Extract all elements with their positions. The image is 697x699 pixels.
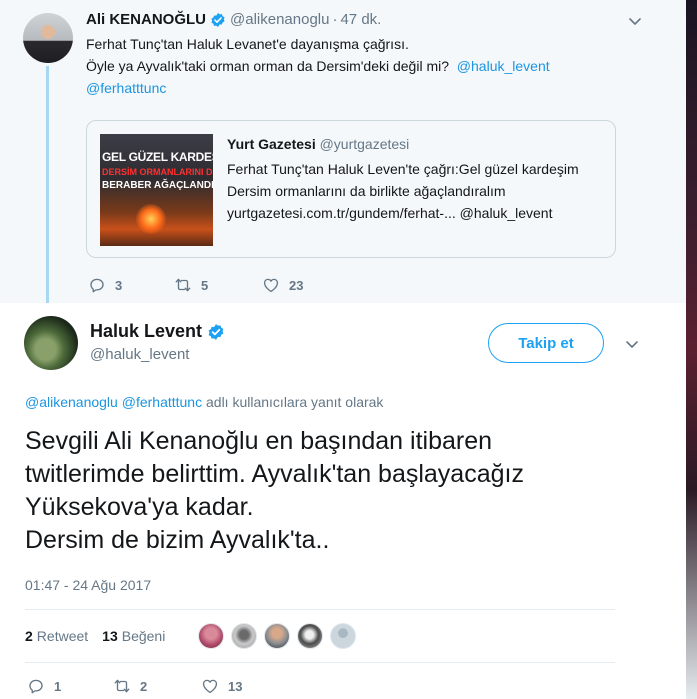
retweet-icon bbox=[175, 278, 191, 292]
reply-context: @alikenanoglu @ferhatttunc adlı kullanıc… bbox=[25, 394, 383, 410]
verified-badge-icon bbox=[208, 323, 224, 340]
tweet-timestamp[interactable]: 01:47 - 24 Ağu 2017 bbox=[25, 577, 151, 593]
main-tweet-text: Sevgili Ali Kenanoğlu en başından itibar… bbox=[25, 427, 524, 554]
card-source[interactable]: Yurt Gazetesi @yurtgazetesi bbox=[227, 136, 409, 152]
retweet-stat-count: 2 bbox=[25, 628, 33, 644]
retweet-icon bbox=[114, 679, 130, 693]
heart-icon bbox=[263, 278, 279, 293]
liker-avatar[interactable] bbox=[297, 623, 323, 649]
tweet-text-line: @ferhatttunc bbox=[86, 77, 626, 99]
card-image-subline: DERSİM ORMANLARINI DA bbox=[102, 167, 213, 177]
retweet-stat[interactable]: 2 Retweet bbox=[25, 628, 88, 644]
like-stat-count: 13 bbox=[102, 628, 118, 644]
card-image-subline: BERABER AĞAÇLANDIRALIM bbox=[102, 180, 213, 191]
avatar[interactable] bbox=[24, 316, 78, 370]
thread-connector-line bbox=[46, 66, 49, 310]
card-text-line: Ferhat Tunç'tan Haluk Leven'te çağrı:Gel… bbox=[227, 161, 579, 177]
liker-avatar[interactable] bbox=[264, 623, 290, 649]
author-name-row[interactable]: Haluk Levent bbox=[90, 321, 229, 342]
tweet-text-line: Öyle ya Ayvalık'taki orman orman da Ders… bbox=[86, 55, 626, 77]
verified-badge-icon bbox=[211, 12, 225, 27]
parent-tweet-actions: 3 5 23 bbox=[88, 276, 303, 294]
card-text: Ferhat Tunç'tan Haluk Leven'te çağrı:Gel… bbox=[227, 158, 612, 224]
retweet-button[interactable]: 2 bbox=[113, 677, 201, 695]
reply-context-label: adlı kullanıcılara yanıt olarak bbox=[206, 394, 384, 410]
reply-button[interactable]: 3 bbox=[88, 276, 174, 294]
avatar[interactable] bbox=[23, 13, 73, 63]
tweet-text-segment: Öyle ya Ayvalık'taki orman orman da Ders… bbox=[86, 58, 450, 74]
liker-avatar[interactable] bbox=[330, 623, 356, 649]
tweet-time[interactable]: 47 dk. bbox=[340, 11, 381, 28]
main-tweet-actions: 1 2 13 bbox=[27, 677, 242, 695]
engagement-stats: 2 Retweet 13 Beğeni bbox=[25, 628, 179, 644]
chevron-down-icon[interactable] bbox=[627, 13, 643, 29]
reply-count: 3 bbox=[115, 277, 123, 293]
follow-button[interactable]: Takip et bbox=[488, 323, 604, 363]
parent-tweet[interactable]: Ali KENANOĞLU @alikenanoglu · 47 dk. Fer… bbox=[0, 0, 686, 310]
retweet-stat-label: Retweet bbox=[36, 628, 89, 644]
separator: · bbox=[332, 11, 338, 28]
tweet-text-line: Ferhat Tunç'tan Haluk Levanet'e dayanışm… bbox=[86, 36, 409, 52]
retweet-button[interactable]: 5 bbox=[174, 276, 262, 294]
card-source-handle: @yurtgazetesi bbox=[319, 136, 410, 152]
mention-link[interactable]: @alikenanoglu bbox=[25, 394, 118, 410]
heart-icon bbox=[202, 679, 218, 694]
parent-tweet-header: Ali KENANOĞLU @alikenanoglu · 47 dk. bbox=[86, 11, 381, 28]
card-source-name: Yurt Gazetesi bbox=[227, 136, 316, 152]
card-text-line: yurtgazetesi.com.tr/gundem/ferhat-... @h… bbox=[227, 205, 553, 221]
liker-avatar[interactable] bbox=[198, 623, 224, 649]
like-stat-label: Beğeni bbox=[121, 628, 166, 644]
author-name[interactable]: Ali KENANOĞLU bbox=[86, 11, 206, 28]
like-stat[interactable]: 13 Beğeni bbox=[102, 628, 165, 644]
mention-link[interactable]: @ferhatttunc bbox=[86, 80, 166, 96]
like-count: 13 bbox=[228, 678, 243, 694]
card-image-headline: GEL GÜZEL KARDEŞİM bbox=[102, 150, 213, 164]
card-image[interactable]: GEL GÜZEL KARDEŞİM DERSİM ORMANLARINI DA… bbox=[100, 134, 213, 246]
parent-tweet-text: Ferhat Tunç'tan Haluk Levanet'e dayanışm… bbox=[86, 33, 626, 99]
author-handle[interactable]: @haluk_levent bbox=[90, 346, 189, 363]
retweet-count: 5 bbox=[201, 277, 209, 293]
reply-count: 1 bbox=[54, 678, 62, 694]
liker-avatars bbox=[198, 623, 363, 649]
mention-link[interactable]: @haluk_levent bbox=[457, 58, 550, 74]
main-tweet: Haluk Levent @haluk_levent Takip et @ali… bbox=[0, 303, 686, 699]
background-photo-strip bbox=[686, 0, 697, 699]
reply-icon bbox=[29, 679, 43, 694]
fire-graphic bbox=[136, 204, 166, 234]
author-handle[interactable]: @alikenanoglu bbox=[230, 11, 329, 28]
card-text-line: Dersim ormanlarını da birlikte ağaçlandı… bbox=[227, 183, 506, 199]
divider bbox=[25, 609, 615, 610]
retweet-count: 2 bbox=[140, 678, 148, 694]
divider bbox=[25, 662, 615, 663]
liker-avatar[interactable] bbox=[231, 623, 257, 649]
quoted-tweet-card[interactable]: GEL GÜZEL KARDEŞİM DERSİM ORMANLARINI DA… bbox=[86, 120, 616, 258]
chevron-down-icon[interactable] bbox=[624, 336, 640, 352]
like-button[interactable]: 23 bbox=[262, 276, 303, 294]
like-count: 23 bbox=[289, 277, 304, 293]
author-name[interactable]: Haluk Levent bbox=[90, 321, 202, 342]
like-button[interactable]: 13 bbox=[201, 677, 242, 695]
reply-button[interactable]: 1 bbox=[27, 677, 113, 695]
mention-link[interactable]: @ferhatttunc bbox=[122, 394, 202, 410]
reply-icon bbox=[90, 278, 104, 293]
